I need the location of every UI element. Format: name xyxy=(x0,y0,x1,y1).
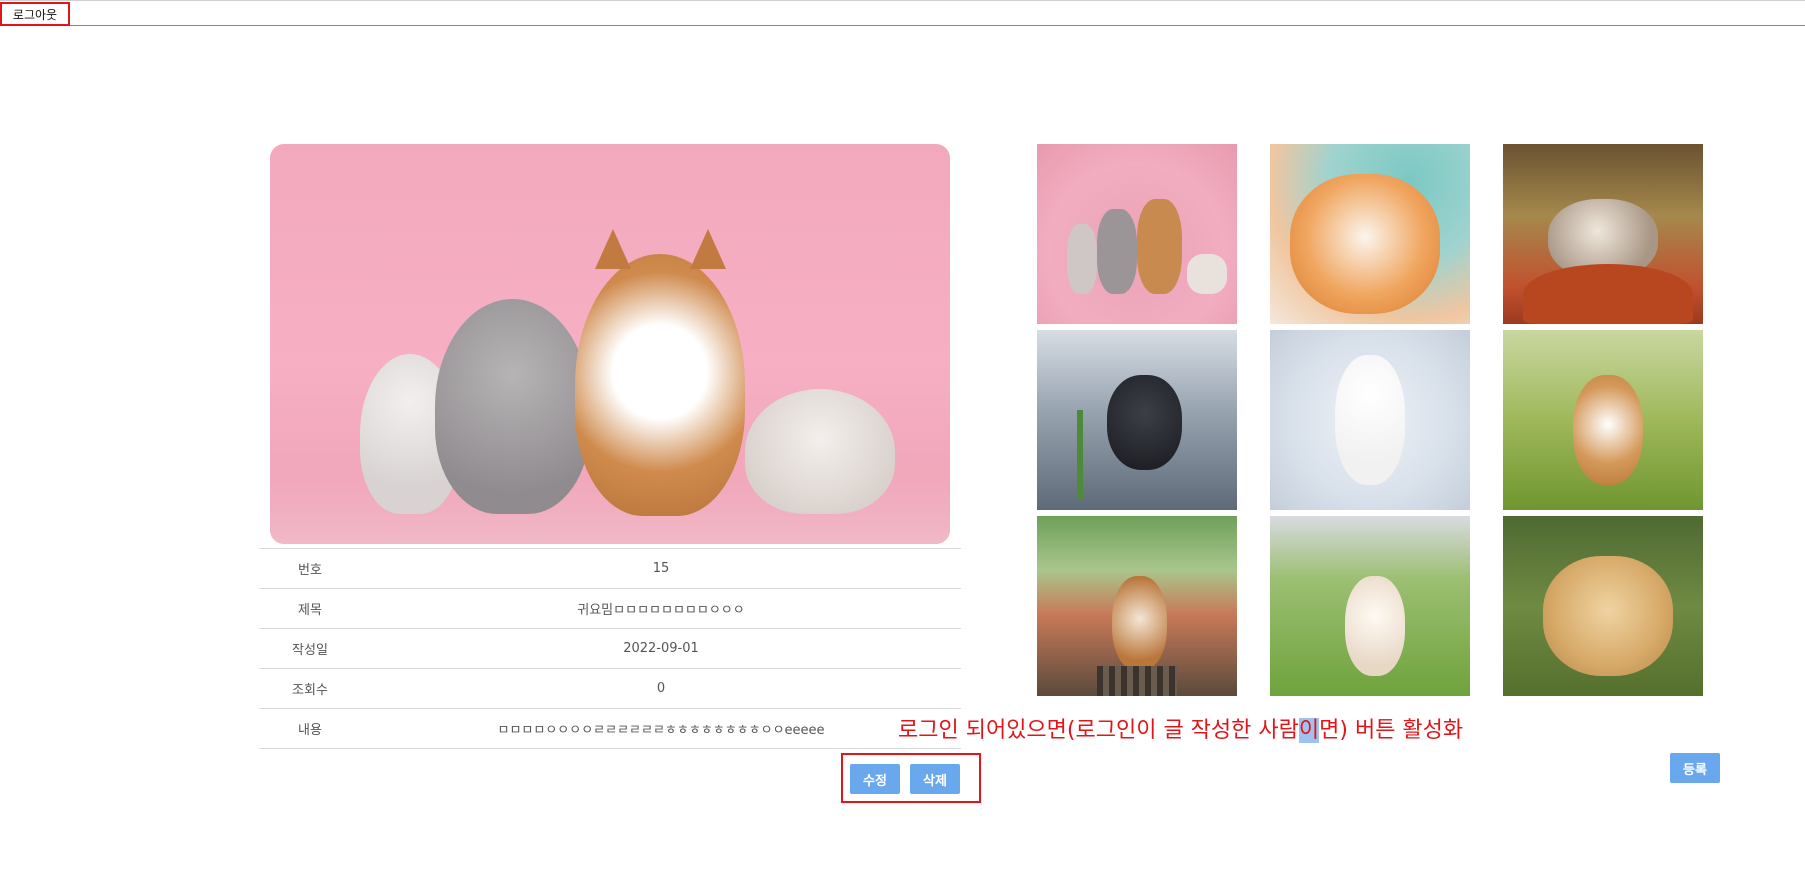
corgi-ear xyxy=(690,229,726,269)
row-value: 귀요밈ㅁㅁㅁㅁㅁㅁㅁㅁㅇㅇㅇ xyxy=(577,603,745,618)
row-label: 내용 xyxy=(298,723,322,738)
gallery-thumbnail[interactable] xyxy=(1270,516,1470,696)
pet-shape xyxy=(1335,355,1405,485)
annotation-text: 면) 버튼 활성화 xyxy=(1319,718,1464,743)
gallery-thumbnail[interactable] xyxy=(1270,144,1470,324)
gallery-thumbnail[interactable] xyxy=(1503,144,1703,324)
corgi-figure xyxy=(575,229,745,516)
logout-button[interactable]: 로그아웃 xyxy=(0,2,70,26)
pet-shape xyxy=(1543,556,1673,676)
pet-shape xyxy=(1345,576,1405,676)
row-value: 2022-09-01 xyxy=(623,641,699,656)
table-row: 작성일 2022-09-01 xyxy=(259,628,961,669)
table-row: 내용 ㅁㅁㅁㅁㅇㅇㅇㅇㄹㄹㄹㄹㄹㄹㅎㅎㅎㅎㅎㅎㅎㅎㅇㅇeeeee xyxy=(259,708,961,749)
row-label: 조회수 xyxy=(292,683,328,698)
pet-shape xyxy=(1290,174,1440,314)
pot-shape xyxy=(1523,264,1693,324)
gallery-thumbnail[interactable] xyxy=(1037,330,1237,510)
pet-shape xyxy=(1097,209,1137,294)
register-button[interactable]: 등록 xyxy=(1670,753,1720,783)
pet-shape xyxy=(1107,375,1182,470)
gallery-thumbnail[interactable] xyxy=(1037,144,1237,324)
row-label: 제목 xyxy=(298,603,322,618)
pet-shape xyxy=(1187,254,1227,294)
pet-shape xyxy=(1573,375,1643,485)
post-info-table: 번호 15 제목 귀요밈ㅁㅁㅁㅁㅁㅁㅁㅁㅇㅇㅇ 작성일 2022-09-01 조… xyxy=(259,548,961,749)
post-main-image xyxy=(270,144,950,544)
cat-figure xyxy=(745,389,895,514)
row-label: 작성일 xyxy=(292,643,328,658)
gallery-thumbnail[interactable] xyxy=(1503,516,1703,696)
pet-shape xyxy=(1137,199,1182,294)
gallery-thumbnail[interactable] xyxy=(1503,330,1703,510)
railway-shape xyxy=(1097,666,1177,696)
annotation-highlight: 이 xyxy=(1298,718,1320,743)
row-value: ㅁㅁㅁㅁㅇㅇㅇㅇㄹㄹㄹㄹㄹㄹㅎㅎㅎㅎㅎㅎㅎㅎㅇㅇeeeee xyxy=(497,723,825,738)
gallery-thumbnail[interactable] xyxy=(1270,330,1470,510)
annotation-note: 로그인 되어있으면(로그인이 글 작성한 사람이면) 버튼 활성화 xyxy=(898,712,1463,744)
corgi-ear xyxy=(595,229,631,269)
edit-button[interactable]: 수정 xyxy=(850,764,900,794)
flower-stem xyxy=(1077,410,1083,500)
pet-shape xyxy=(1067,224,1097,294)
pet-shape xyxy=(1112,576,1167,671)
row-value: 0 xyxy=(656,681,666,696)
top-bar: 로그아웃 xyxy=(0,0,1805,26)
row-label: 번호 xyxy=(298,563,322,578)
table-row: 조회수 0 xyxy=(259,668,961,709)
gallery-thumbnail[interactable] xyxy=(1037,516,1237,696)
annotation-text: 로그인 되어있으면(로그인이 글 작성한 사람 xyxy=(898,718,1299,743)
table-row: 제목 귀요밈ㅁㅁㅁㅁㅁㅁㅁㅁㅇㅇㅇ xyxy=(259,588,961,629)
row-value: 15 xyxy=(652,561,670,576)
table-row: 번호 15 xyxy=(259,548,961,589)
poodle-figure xyxy=(435,299,590,514)
delete-button[interactable]: 삭제 xyxy=(910,764,960,794)
